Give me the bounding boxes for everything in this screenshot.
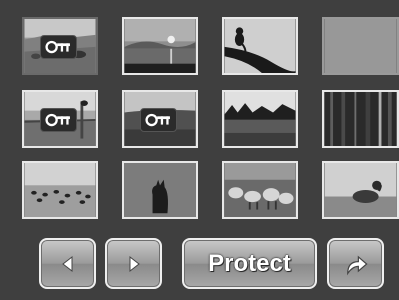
thumbnail-10[interactable] [122, 161, 198, 219]
thumbnail-4-image [324, 19, 397, 73]
protect-button[interactable]: Protect [182, 238, 317, 289]
protected-lock-badge [40, 35, 77, 59]
thumbnail-5[interactable] [22, 90, 98, 148]
return-button[interactable] [327, 238, 384, 289]
thumbnail-11[interactable] [222, 161, 298, 219]
thumbnail-3[interactable] [222, 17, 298, 75]
previous-button[interactable] [39, 238, 96, 289]
thumbnail-grid [0, 0, 399, 228]
thumbnail-9-image [24, 163, 96, 217]
thumbnail-8[interactable] [322, 90, 399, 148]
thumbnail-9[interactable] [22, 161, 98, 219]
thumbnail-2-image [124, 19, 196, 73]
protect-button-label: Protect [208, 249, 291, 277]
thumbnail-12-image [324, 163, 397, 217]
thumbnail-7[interactable] [222, 90, 298, 148]
protected-lock-badge [140, 108, 177, 132]
thumbnail-8-image [324, 92, 397, 146]
thumbnail-4[interactable] [322, 17, 399, 75]
thumbnail-6[interactable] [122, 90, 198, 148]
thumbnail-3-image [224, 19, 296, 73]
key-lock-icon [45, 113, 70, 127]
triangle-right-icon [129, 255, 140, 272]
key-lock-icon [145, 113, 170, 127]
protected-lock-badge [40, 108, 77, 132]
thumbnail-11-image [224, 163, 296, 217]
thumbnail-12[interactable] [322, 161, 399, 219]
curved-arrow-return-icon [346, 255, 368, 275]
thumbnail-10-image [124, 163, 196, 217]
thumbnail-2[interactable] [122, 17, 198, 75]
triangle-left-icon [61, 255, 72, 272]
next-button[interactable] [105, 238, 162, 289]
thumbnail-7-image [224, 92, 296, 146]
key-lock-icon [45, 40, 70, 54]
thumbnail-1[interactable] [22, 17, 98, 75]
